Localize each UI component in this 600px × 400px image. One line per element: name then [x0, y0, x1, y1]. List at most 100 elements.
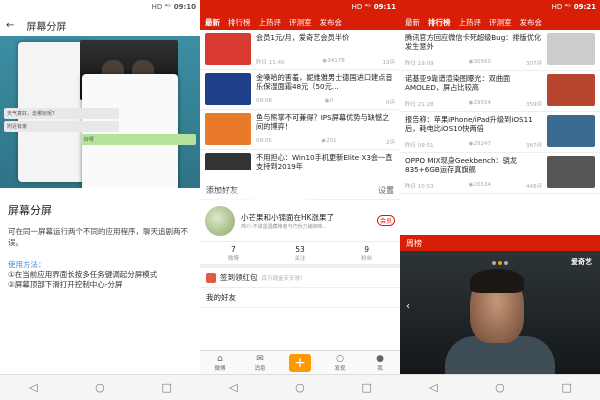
- news-thumbnail[interactable]: [547, 115, 595, 147]
- news-item[interactable]: 腾讯官方回应微信卡死超级Bug：排版优化发生意外 昨日 19:09 ◉30560 30…: [400, 30, 600, 71]
- news-thumbnail[interactable]: [205, 33, 251, 65]
- news-item[interactable]: 会员1元/月，爱奇艺会员半价 昨日 11:40 ◉34178 13评: [200, 30, 400, 70]
- news-views: ◉29554: [468, 100, 491, 106]
- news-item[interactable]: 报告称：苹果iPhone/iPad升级到iOS11后，耗电比iOS10快两倍 昨日…: [400, 112, 600, 153]
- usage-tips: 使用方法： ①在当前应用界面长按多任务键调起分屏模式 ②屏幕顶部下滑打开控制中心…: [8, 260, 192, 290]
- news-date: 昨日 21:28: [405, 102, 434, 108]
- news-item[interactable]: OPPO MIX现身Geekbench：骁龙835+6GB运存真旗舰昨日 10:…: [400, 153, 600, 194]
- tab-label: 我: [377, 365, 383, 372]
- tab-launch-event[interactable]: 发布会: [320, 17, 343, 28]
- status-time: 09:11: [373, 3, 396, 11]
- news-title[interactable]: 会员1元/月，爱奇艺会员半价: [256, 33, 395, 42]
- news-thumbnail[interactable]: [547, 156, 595, 188]
- tip-item: ②屏幕顶部下滑打开控制中心-分屏: [8, 280, 123, 289]
- recents-square-icon[interactable]: □: [357, 378, 377, 398]
- news-body: 会员1元/月，爱奇艺会员半价 昨日 11:40 ◉34178 13评: [256, 33, 395, 66]
- news-thumbnail[interactable]: [205, 73, 251, 105]
- tips-title: 使用方法：: [8, 260, 46, 269]
- tab-me[interactable]: ● 我: [360, 351, 400, 374]
- stat-num: 53: [295, 244, 305, 254]
- home-circle-icon[interactable]: ○: [90, 378, 110, 398]
- news-meta: 09:08 ◉0 0评: [256, 98, 395, 106]
- back-triangle-icon[interactable]: ◁: [423, 378, 443, 398]
- recents-square-icon[interactable]: □: [157, 378, 177, 398]
- tab-latest[interactable]: 最新: [205, 17, 220, 28]
- profile-sign: 简介:不谋墨遇藏格者与巧伪力编御味...: [241, 223, 328, 230]
- chat-bubble: 天气真好，去哪玩呢？: [4, 108, 120, 119]
- plus-icon: +: [289, 353, 311, 372]
- news-tab-bar: 最新 排行榜 上热评 评测室 发布会: [400, 14, 600, 30]
- split-screen-illustration: 天气真好，去哪玩呢？ 附近有家 好呀: [0, 36, 200, 188]
- tab-messages[interactable]: ✉ 消息: [240, 351, 280, 374]
- system-nav-bar: ◁ ○ □: [400, 374, 600, 400]
- news-title[interactable]: 不用担心：Win10手机更新Elite X3会一直支持到2019年: [256, 153, 395, 170]
- back-triangle-icon[interactable]: ◁: [223, 378, 243, 398]
- status-bar: HD ⁴ᴳ 09:10: [0, 0, 200, 14]
- tab-discover[interactable]: ○ 发现: [320, 351, 360, 374]
- news-list[interactable]: 腾讯官方回应微信卡死超级Bug：排版优化发生意外 昨日 19:09 ◉30560 30…: [400, 30, 600, 235]
- profile-stats: 7 微博 53 关注 9 粉丝: [200, 242, 400, 268]
- chevron-left-icon[interactable]: ‹: [406, 301, 410, 312]
- news-body: 金嗓哈的害羞，妮维雅男士德国进口建点音乐保湿面霜48元（50元... 09:08 ◉…: [256, 73, 395, 106]
- news-title[interactable]: 报告称：苹果iPhone/iPad升级到iOS11后，耗电比iOS10快两倍: [405, 115, 542, 133]
- home-circle-icon[interactable]: ○: [490, 378, 510, 398]
- tab-hot-comments[interactable]: 上热评: [459, 17, 482, 28]
- news-list[interactable]: 会员1元/月，爱奇艺会员半价 昨日 11:40 ◉34178 13评 金嗓哈的害羞，妮维…: [200, 30, 400, 170]
- friends-row[interactable]: 我的好友: [200, 288, 400, 308]
- stat-following[interactable]: 53 关注: [267, 242, 334, 264]
- news-comments: 448评: [526, 184, 542, 190]
- news-views: ◉0: [324, 98, 334, 104]
- video-divider-handle[interactable]: [400, 258, 600, 267]
- news-comments: 359评: [526, 102, 542, 108]
- news-body: 腾讯官方回应微信卡死超级Bug：排版优化发生意外 昨日 19:09 ◉30560 30…: [405, 33, 542, 67]
- profile-card[interactable]: 小芒果和小锦面在HK涨果了 简介:不谋墨遇藏格者与巧伪力编御味... 会员: [200, 200, 400, 242]
- news-title[interactable]: 诺基亚9靠谱渲染图曝光：双曲面AMOLED，屏占比较高: [405, 74, 542, 92]
- stat-fans[interactable]: 9 粉丝: [333, 242, 400, 264]
- video-figure-hair: [470, 269, 524, 293]
- news-meta: 昨日 21:28 ◉29554 359评: [405, 100, 542, 108]
- tab-latest[interactable]: 最新: [405, 17, 420, 28]
- news-title[interactable]: 鱼与熊掌不可兼得？IPS屏幕优势与缺憾之间的博弈！: [256, 113, 395, 131]
- news-thumbnail[interactable]: [547, 33, 595, 65]
- news-item[interactable]: 不用担心：Win10手机更新Elite X3会一直支持到2019年: [200, 150, 400, 170]
- tab-ranking[interactable]: 排行榜: [428, 17, 451, 28]
- profile-info: 小芒果和小锦面在HK涨果了 简介:不谋墨遇藏格者与巧伪力编御味...: [241, 212, 371, 230]
- news-body: 报告称：苹果iPhone/iPad升级到iOS11后，耗电比iOS10快两倍 昨日…: [405, 115, 542, 149]
- video-player[interactable]: 爱奇艺 ‹: [400, 251, 600, 374]
- tab-compose[interactable]: +: [280, 351, 320, 374]
- tab-hot-comments[interactable]: 上热评: [259, 17, 282, 28]
- news-item[interactable]: 鱼与熊掌不可兼得？IPS屏幕优势与缺憾之间的博弈！ 09:05 ◉201 2评: [200, 110, 400, 150]
- chat-bubble: 附近有家: [4, 121, 120, 132]
- news-thumbnail[interactable]: [547, 74, 595, 106]
- news-meta: 昨日 10:53 ◉26534 448评: [405, 182, 542, 190]
- news-item[interactable]: 金嗓哈的害羞，妮维雅男士德国进口建点音乐保湿面霜48元（50元... 09:08 ◉…: [200, 70, 400, 110]
- tab-review-room[interactable]: 评测室: [289, 17, 312, 28]
- tab-home[interactable]: ⌂ 微博: [200, 351, 240, 374]
- news-title[interactable]: 腾讯官方回应微信卡死超级Bug：排版优化发生意外: [405, 33, 542, 51]
- back-triangle-icon[interactable]: ◁: [23, 378, 43, 398]
- news-title[interactable]: OPPO MIX现身Geekbench：骁龙835+6GB运存真旗舰: [405, 156, 542, 174]
- news-date: 昨日 10:53: [405, 184, 434, 190]
- news-thumbnail[interactable]: [205, 153, 251, 170]
- stat-posts[interactable]: 7 微博: [200, 242, 267, 264]
- news-comments: 367评: [526, 143, 542, 149]
- tab-launch-event[interactable]: 发布会: [520, 17, 543, 28]
- news-date: 09:05: [256, 138, 272, 144]
- signin-row[interactable]: 签到领红包 百万现金天天领！: [200, 268, 400, 288]
- vip-badge[interactable]: 会员: [376, 215, 395, 226]
- split-screen-news-and-weibo: HD ⁴ᴳ 09:11 最新 排行榜 上热评 评测室 发布会 会员1元/月，爱奇…: [200, 0, 400, 400]
- tab-ranking[interactable]: 排行榜: [228, 17, 251, 28]
- news-thumbnail[interactable]: [205, 113, 251, 145]
- home-circle-icon[interactable]: ○: [290, 378, 310, 398]
- back-arrow-icon[interactable]: ←: [6, 20, 14, 31]
- weekly-ranking-header[interactable]: 周榜: [400, 235, 600, 251]
- news-item[interactable]: 诺基亚9靠谱渲染图曝光：双曲面AMOLED，屏占比较高昨日 21:28 ◉2955…: [400, 71, 600, 112]
- news-title[interactable]: 金嗓哈的害羞，妮维雅男士德国进口建点音乐保湿面霜48元（50元...: [256, 73, 395, 91]
- recents-square-icon[interactable]: □: [557, 378, 577, 398]
- tab-review-room[interactable]: 评测室: [489, 17, 512, 28]
- avatar[interactable]: [205, 205, 235, 236]
- news-body: 诺基亚9靠谱渲染图曝光：双曲面AMOLED，屏占比较高昨日 21:28 ◉2955…: [405, 74, 542, 108]
- chat-bubble-me: 好呀: [80, 134, 196, 145]
- signin-sub: 百万现金天天领！: [261, 275, 306, 282]
- status-time: 09:21: [573, 3, 596, 11]
